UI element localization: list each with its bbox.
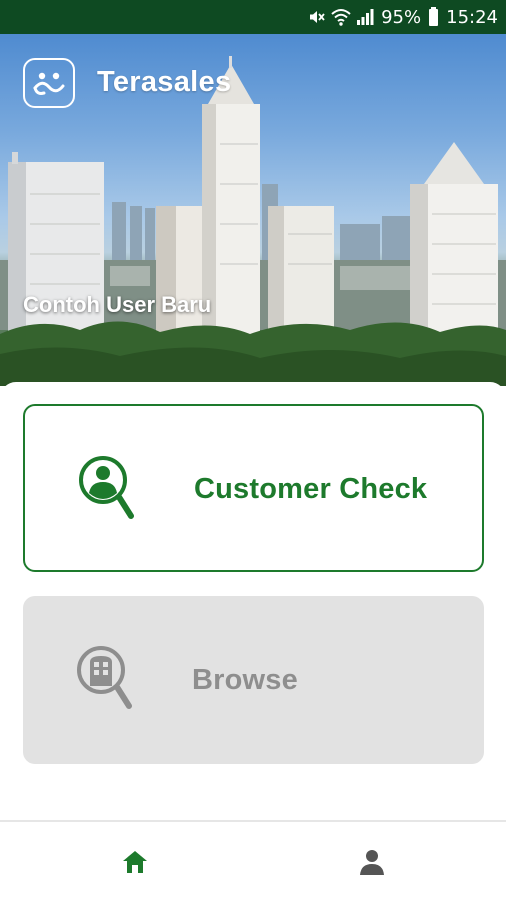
signal-icon (356, 8, 374, 26)
battery-icon (429, 6, 439, 26)
bottom-navigation (0, 820, 506, 900)
battery-percentage: 95% (381, 6, 422, 28)
user-name: Contoh User Baru (23, 292, 212, 317)
nav-profile-button[interactable] (352, 846, 392, 882)
customer-check-label: Customer Check (194, 473, 428, 505)
app-title: Terasales (97, 66, 232, 98)
terasales-logo-icon (23, 58, 75, 108)
nav-home-button[interactable] (115, 846, 155, 882)
status-bar: 95% 15:24 (0, 0, 506, 34)
clock: 15:24 (446, 6, 498, 28)
person-icon (359, 848, 385, 881)
mute-icon (308, 8, 326, 26)
customer-check-button[interactable]: Customer Check (23, 404, 484, 572)
browse-label: Browse (192, 664, 298, 696)
city-skyline-image (0, 56, 506, 386)
home-icon (121, 849, 149, 880)
person-search-icon (77, 454, 137, 527)
building-search-icon (75, 644, 135, 717)
header-banner: Terasales Contoh User Baru (0, 34, 506, 386)
browse-button[interactable]: Browse (23, 596, 484, 764)
wifi-icon (331, 8, 351, 26)
